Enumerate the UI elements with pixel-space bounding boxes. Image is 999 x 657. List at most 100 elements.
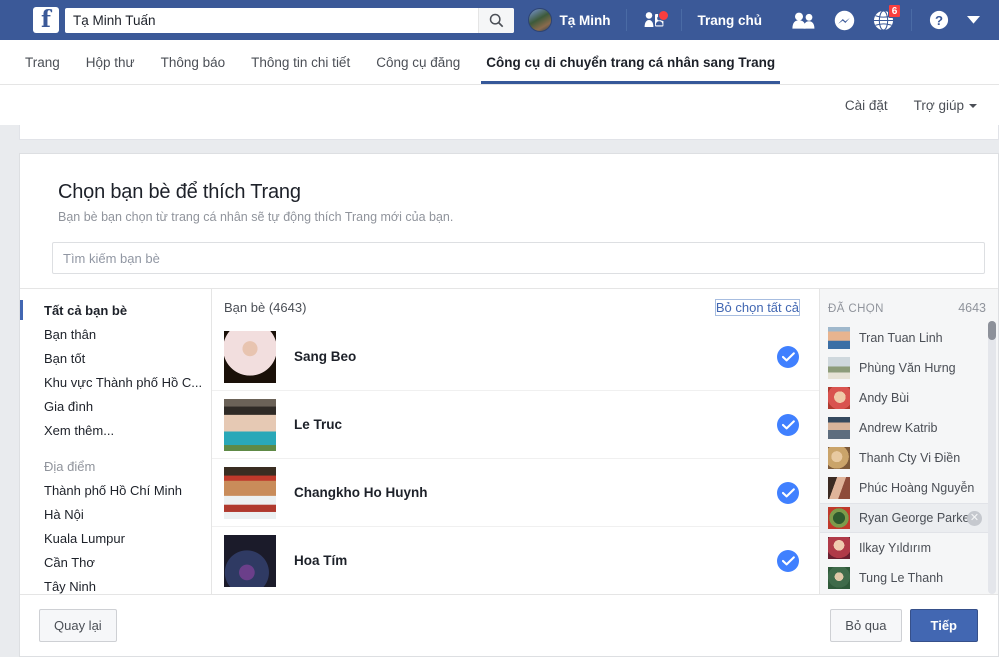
- filter-label: Xem thêm...: [44, 423, 115, 438]
- avatar: [828, 567, 850, 589]
- filter-item-ban-than[interactable]: Bạn thân: [20, 323, 211, 347]
- page-title: Chọn bạn bè để thích Trang: [58, 181, 301, 203]
- list-item[interactable]: Thanh Cty Vi Điền: [820, 443, 988, 473]
- deselect-all-link[interactable]: Bỏ chọn tất cả: [714, 299, 801, 316]
- avatar: [828, 357, 850, 379]
- home-link[interactable]: Trang chủ: [690, 13, 769, 28]
- list-item[interactable]: Tran Tuan Linh: [820, 323, 988, 353]
- friend-name: Hoa Tím: [294, 553, 348, 568]
- filter-label: Bạn tốt: [44, 351, 86, 366]
- help-label: Trợ giúp: [913, 97, 964, 113]
- check-circle-icon[interactable]: [777, 345, 799, 368]
- back-button[interactable]: Quay lại: [39, 609, 117, 642]
- avatar: [224, 466, 276, 519]
- list-item[interactable]: Heineken Kkmy: [820, 593, 988, 594]
- tab-label: Thông báo: [160, 54, 226, 70]
- table-row[interactable]: Sang Beo: [212, 323, 819, 391]
- friend-results-list: Bạn bè (4643) Bỏ chọn tất cả Sang Beo Le…: [212, 289, 819, 594]
- tab-label: Trang: [25, 54, 60, 70]
- avatar: [224, 534, 276, 587]
- filter-label: Cần Thơ: [44, 555, 95, 570]
- filter-location-ha-noi[interactable]: Hà Nội: [20, 503, 211, 527]
- skip-button[interactable]: Bỏ qua: [830, 609, 902, 642]
- selected-friend-name: Andy Bùi: [859, 391, 910, 405]
- list-item[interactable]: Andrew Katrib: [820, 413, 988, 443]
- tab-label: Công cụ di chuyển trang cá nhân sang Tra…: [486, 54, 776, 70]
- filter-item-ban-tot[interactable]: Bạn tốt: [20, 347, 211, 371]
- tab-thong-tin-chi-tiet[interactable]: Thông tin chi tiết: [238, 40, 363, 84]
- selected-friend-name: Thanh Cty Vi Điền: [859, 451, 961, 465]
- filter-location-kuala-lumpur[interactable]: Kuala Lumpur: [20, 527, 211, 551]
- tab-cong-cu-dang[interactable]: Công cụ đăng: [363, 40, 473, 84]
- divider: [911, 9, 912, 31]
- table-row[interactable]: Le Truc: [212, 391, 819, 459]
- check-circle-icon[interactable]: [777, 481, 799, 504]
- filter-item-tat-ca-ban-be[interactable]: Tất cả bạn bè: [20, 299, 211, 323]
- filter-location-can-tho[interactable]: Cần Thơ: [20, 551, 211, 575]
- filter-item-gia-dinh[interactable]: Gia đình: [20, 395, 211, 419]
- scrollbar-thumb[interactable]: [988, 321, 996, 340]
- global-search-button[interactable]: [478, 7, 514, 33]
- list-item[interactable]: Andy Bùi: [820, 383, 988, 413]
- filter-item-xem-them[interactable]: Xem thêm...: [20, 419, 211, 443]
- check-circle-icon[interactable]: [777, 413, 799, 436]
- list-item[interactable]: Phùng Văn Hưng: [820, 353, 988, 383]
- table-row[interactable]: Changkho Ho Huynh: [212, 459, 819, 527]
- global-search-wrapper: [65, 7, 514, 33]
- friend-filters-sidebar: Tất cả bạn bè Bạn thân Bạn tốt Khu vực T…: [20, 289, 212, 594]
- chevron-down-icon: [969, 103, 977, 108]
- avatar: [828, 447, 850, 469]
- settings-link[interactable]: Cài đặt: [845, 98, 888, 113]
- table-row[interactable]: Hoa Tím: [212, 527, 819, 594]
- filter-label: Kuala Lumpur: [44, 531, 125, 546]
- selected-panel-header: ĐÃ CHỌN 4643: [820, 289, 998, 323]
- divider: [681, 9, 683, 31]
- friend-search-input[interactable]: [52, 242, 985, 274]
- friends-nav-button[interactable]: [783, 12, 825, 29]
- friend-rows: Sang Beo Le Truc Changkho Ho Huynh Hoa T…: [212, 323, 819, 594]
- filter-location-tay-ninh[interactable]: Tây Ninh: [20, 575, 211, 594]
- selected-friend-name: Andrew Katrib: [859, 421, 938, 435]
- selected-friend-name: Tung Le Thanh: [859, 571, 944, 585]
- card-header: Chọn bạn bè để thích Trang Bạn bè bạn ch…: [20, 154, 998, 242]
- friend-name: Le Truc: [294, 417, 343, 432]
- messenger-button[interactable]: [825, 10, 864, 31]
- tab-cong-cu-di-chuyen[interactable]: Công cụ di chuyển trang cá nhân sang Tra…: [473, 40, 788, 84]
- avatar: [828, 537, 850, 559]
- list-item[interactable]: Phúc Hoàng Nguyễn: [820, 473, 988, 503]
- avatar: [828, 327, 850, 349]
- filter-item-khu-vuc-hcm[interactable]: Khu vực Thành phố Hồ C...: [20, 371, 211, 395]
- list-item[interactable]: Ryan George Parker ✕: [820, 503, 988, 533]
- tab-label: Công cụ đăng: [376, 54, 461, 70]
- filter-label: Hà Nội: [44, 507, 84, 522]
- avatar: [828, 507, 850, 529]
- account-menu-button[interactable]: [958, 16, 989, 24]
- facebook-logo-icon[interactable]: f: [33, 7, 59, 33]
- avatar: [528, 8, 553, 32]
- help-button[interactable]: ?: [920, 10, 958, 30]
- selected-friend-name: Tran Tuan Linh: [859, 331, 943, 345]
- list-item[interactable]: Tung Le Thanh: [820, 563, 988, 593]
- messenger-icon: [834, 10, 855, 30]
- selected-panel-title: ĐÃ CHỌN: [828, 303, 884, 315]
- tab-thong-bao[interactable]: Thông báo: [148, 40, 239, 84]
- global-search-input[interactable]: [65, 8, 478, 32]
- tab-trang[interactable]: Trang: [12, 40, 73, 84]
- scrollbar[interactable]: [988, 321, 996, 594]
- tab-hop-thu[interactable]: Hộp thư: [73, 40, 148, 84]
- close-circle-icon[interactable]: ✕: [967, 510, 982, 526]
- filter-location-hcm[interactable]: Thành phố Hồ Chí Minh: [20, 479, 211, 503]
- notifications-button[interactable]: 6: [864, 3, 903, 31]
- friend-count-label: Bạn bè (4643): [224, 300, 307, 315]
- help-menu[interactable]: Trợ giúp: [914, 98, 977, 113]
- next-button[interactable]: Tiếp: [909, 609, 978, 642]
- chevron-down-icon: [967, 16, 980, 24]
- facebook-top-bar: f Tạ Minh Trang chủ: [0, 0, 999, 40]
- friend-list-header: Bạn bè (4643) Bỏ chọn tất cả: [212, 289, 819, 323]
- selected-friend-name: Ilkay Yıldırım: [859, 541, 932, 555]
- check-circle-icon[interactable]: [777, 549, 799, 572]
- profile-shortcut[interactable]: Tạ Minh: [520, 8, 618, 32]
- friend-requests-button[interactable]: [635, 10, 673, 29]
- friend-requests-alert-dot: [658, 10, 670, 21]
- list-item[interactable]: Ilkay Yıldırım: [820, 533, 988, 563]
